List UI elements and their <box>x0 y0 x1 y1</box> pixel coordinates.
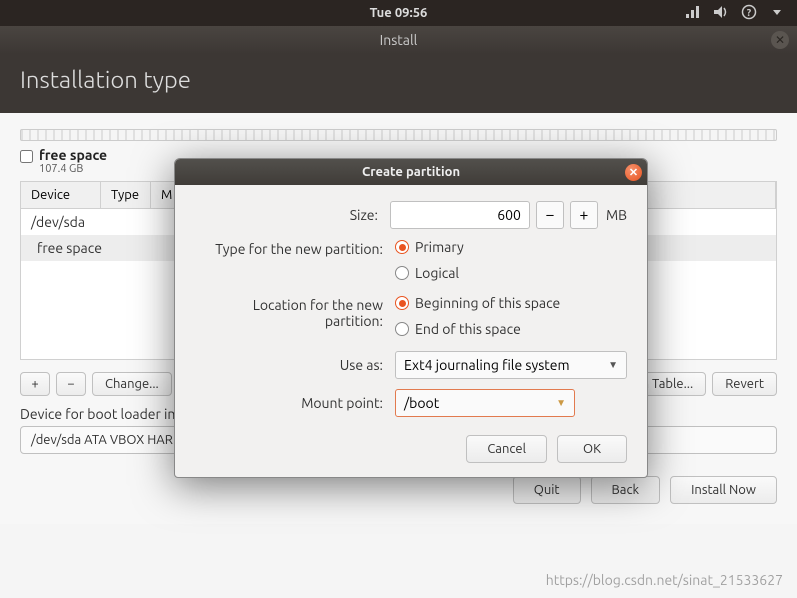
systray: ? <box>685 4 785 23</box>
mount-label: Mount point: <box>195 395 395 411</box>
mount-point-combobox[interactable]: /boot ▼ <box>395 389 575 417</box>
use-as-label: Use as: <box>195 357 395 373</box>
cancel-button[interactable]: Cancel <box>466 435 547 463</box>
window-title: Install <box>380 32 418 48</box>
radio-icon <box>395 240 409 254</box>
install-now-button[interactable]: Install Now <box>670 476 777 504</box>
window-titlebar: Install ✕ <box>0 26 797 54</box>
use-as-select[interactable]: Ext4 journaling file system ▼ <box>395 351 627 379</box>
ok-button[interactable]: OK <box>557 435 627 463</box>
quit-button[interactable]: Quit <box>513 476 581 504</box>
radio-primary[interactable]: Primary <box>395 239 464 255</box>
size-increment-button[interactable]: + <box>570 201 598 229</box>
size-input[interactable] <box>390 201 530 229</box>
size-label: Size: <box>195 207 390 223</box>
close-icon[interactable]: ✕ <box>625 164 642 181</box>
freespace-checkbox[interactable] <box>20 150 33 163</box>
radio-beginning[interactable]: Beginning of this space <box>395 295 560 311</box>
top-menubar: Tue 09:56 ? <box>0 0 797 26</box>
dialog-titlebar: Create partition ✕ <box>175 159 647 185</box>
chevron-down-icon: ▼ <box>608 359 618 371</box>
radio-icon <box>395 266 409 280</box>
network-icon[interactable] <box>685 4 701 23</box>
radio-icon <box>395 322 409 336</box>
wizard-footer: Quit Back Install Now <box>20 476 777 504</box>
freespace-size: 107.4 GB <box>39 163 107 175</box>
volume-icon[interactable] <box>713 4 729 23</box>
change-partition-button[interactable]: Change... <box>92 372 172 396</box>
chevron-down-icon: ▼ <box>556 397 566 409</box>
chevron-down-icon[interactable] <box>769 4 785 23</box>
location-label: Location for the new partition: <box>195 295 395 329</box>
create-partition-dialog: Create partition ✕ Size: − + MB Type for… <box>174 158 648 478</box>
dialog-title: Create partition <box>362 165 460 179</box>
close-icon[interactable]: ✕ <box>771 31 789 49</box>
freespace-label: free space <box>39 147 107 163</box>
radio-logical[interactable]: Logical <box>395 265 459 281</box>
revert-button[interactable]: Revert <box>712 372 777 396</box>
col-device[interactable]: Device <box>21 182 101 208</box>
disk-usage-bar[interactable] <box>20 129 777 141</box>
size-decrement-button[interactable]: − <box>536 201 564 229</box>
radio-end[interactable]: End of this space <box>395 321 521 337</box>
back-button[interactable]: Back <box>591 476 661 504</box>
size-unit: MB <box>606 207 627 223</box>
help-icon[interactable]: ? <box>741 4 757 23</box>
radio-icon <box>395 296 409 310</box>
page-title: Installation type <box>0 54 797 113</box>
watermark: https://blog.csdn.net/sinat_21533627 <box>546 572 783 588</box>
type-label: Type for the new partition: <box>195 239 395 257</box>
remove-partition-button[interactable]: − <box>56 372 86 396</box>
clock: Tue 09:56 <box>370 6 428 20</box>
add-partition-button[interactable]: + <box>20 372 50 396</box>
col-type[interactable]: Type <box>101 182 151 208</box>
svg-text:?: ? <box>747 7 752 18</box>
